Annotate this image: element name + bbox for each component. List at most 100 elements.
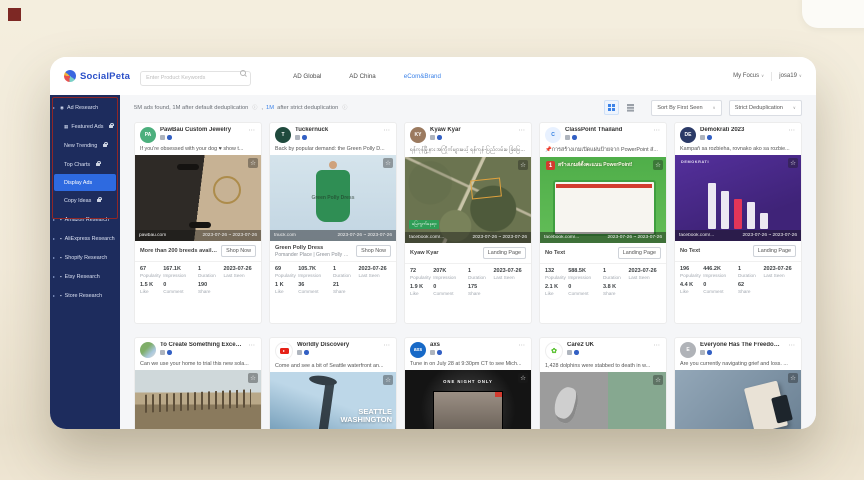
nav-ad-global[interactable]: AD Global	[293, 73, 321, 80]
sidebar-item-top-charts[interactable]: Top Charts	[50, 155, 120, 174]
media-caption: DEMOKRATI	[681, 160, 709, 164]
favorite-star-button[interactable]: ☆	[788, 373, 798, 383]
advertiser-avatar[interactable]: KY	[410, 127, 426, 143]
ad-media[interactable]: ONE NIGHT ONLY ☆	[405, 370, 531, 429]
ad-media[interactable]: ☆	[135, 370, 261, 429]
product-search[interactable]	[140, 66, 251, 86]
more-menu-icon[interactable]: ⋯	[519, 127, 527, 133]
advertiser-name[interactable]: Care2 UK	[567, 342, 650, 348]
product-title: Kyaw Kyar	[410, 250, 479, 256]
favorite-star-button[interactable]: ☆	[788, 158, 798, 168]
advertiser-name[interactable]: axs	[430, 342, 515, 348]
advertiser-avatar[interactable]: axs	[410, 342, 426, 358]
favorite-star-button[interactable]: ☆	[653, 375, 663, 385]
sidebar-item-aliexpress-research[interactable]: ▸▪AliExpress Research	[50, 229, 120, 248]
favorite-star-button[interactable]: ☆	[653, 160, 663, 170]
cta-button[interactable]: Shop Now	[356, 245, 391, 257]
favorite-star-button[interactable]: ☆	[518, 373, 528, 383]
platform-icons	[430, 135, 515, 140]
ad-media[interactable]: မြေကွက်နေရာ ☆ facebook.com/... 2023-07-2…	[405, 157, 531, 243]
favorite-star-button[interactable]: ☆	[248, 373, 258, 383]
cta-button[interactable]: Shop Now	[221, 245, 256, 257]
sidebar-item-featured-ads[interactable]: ▦Featured Ads	[50, 117, 120, 136]
info-icon[interactable]: ⓘ	[342, 104, 347, 111]
advertiser-avatar[interactable]	[275, 342, 293, 360]
nav-ecom-brand[interactable]: eCom&Brand	[404, 73, 441, 80]
deduplication-select[interactable]: Strict Deduplication∨	[729, 100, 802, 116]
ad-text: Are you currently navigating grief and l…	[675, 360, 801, 370]
my-focus-menu[interactable]: My Focus∨	[733, 73, 764, 79]
advertiser-name[interactable]: Everyone Has The Freedom To...	[700, 342, 785, 348]
avatar-text: E	[686, 347, 689, 353]
cta-button[interactable]: Landing Page	[618, 247, 661, 259]
advertiser-name[interactable]: PawBau Custom Jewelry	[160, 127, 245, 133]
advertiser-avatar[interactable]: E	[680, 342, 696, 358]
chart-bar	[734, 199, 742, 229]
favorite-star-button[interactable]: ☆	[383, 375, 393, 385]
advertiser-avatar[interactable]: PA	[140, 127, 156, 143]
more-menu-icon[interactable]: ⋯	[384, 127, 392, 133]
stats-row-primary: 69Popularity105.7KImpression1Duration202…	[270, 262, 396, 280]
ad-media[interactable]: DEMOKRATI ☆ facebook.com/... 2023-07-26 …	[675, 155, 801, 241]
advertiser-name[interactable]: To Create Something Exceptio...	[160, 342, 245, 348]
more-menu-icon[interactable]: ⋯	[654, 127, 662, 133]
cta-button[interactable]: Landing Page	[483, 247, 526, 259]
advertiser-name[interactable]: Worldly Discovery	[297, 342, 380, 348]
sidebar-item-new-trending[interactable]: New Trending	[50, 136, 120, 155]
search-input[interactable]	[140, 71, 251, 86]
facebook-icon	[304, 350, 309, 355]
more-menu-icon[interactable]: ⋯	[519, 342, 527, 348]
sidebar-item-display-ads[interactable]: Display Ads	[54, 174, 116, 191]
nav-ad-china[interactable]: AD China	[349, 73, 375, 80]
sidebar-item-copy-ideas[interactable]: Copy Ideas	[50, 191, 120, 210]
ad-media[interactable]: ☆ pawbau.com 2023-07-26 ~ 2023-07-26	[135, 155, 261, 241]
platform-icons	[160, 135, 245, 140]
strict-dedup-count[interactable]: 1M	[266, 105, 274, 111]
more-menu-icon[interactable]: ⋯	[789, 342, 797, 348]
socialpeta-logo[interactable]: SocialPeta	[64, 70, 130, 82]
list-view-button[interactable]	[623, 100, 638, 115]
user-menu[interactable]: josa19∨	[779, 73, 802, 79]
sidebar-item-label: Ad Research	[67, 105, 98, 111]
advertiser-name[interactable]: Tuckernuck	[295, 127, 380, 133]
advertiser-avatar[interactable]: ✿	[545, 342, 563, 360]
advertiser-avatar[interactable]: DE	[680, 127, 696, 143]
sidebar-item-ad-research[interactable]: ▸◉Ad Research	[50, 98, 120, 117]
ad-media[interactable]: ☆	[540, 372, 666, 429]
sidebar-item-store-research[interactable]: ▸▪Store Research	[50, 286, 120, 305]
ad-media[interactable]: สร้างเกมส์ตั้งคะแนน PowerPoint! 1 ☆ face…	[540, 157, 666, 243]
advertiser-avatar[interactable]: C	[545, 127, 561, 143]
favorite-star-button[interactable]: ☆	[248, 158, 258, 168]
sidebar-item-amazon-research[interactable]: ▸▪Amazon Research	[50, 210, 120, 229]
more-menu-icon[interactable]: ⋯	[249, 127, 257, 133]
more-menu-icon[interactable]: ⋯	[654, 342, 662, 348]
stat-comment: 0Comment	[433, 284, 468, 296]
grid-view-button[interactable]	[604, 100, 619, 115]
advertiser-name[interactable]: Demokrati 2023	[700, 127, 785, 133]
ad-domain: facebook.com/...	[409, 235, 444, 240]
advertiser-name[interactable]: ClassPoint Thailand	[565, 127, 650, 133]
search-icon[interactable]	[240, 70, 246, 76]
ad-media[interactable]: SEATTLE WASHINGTON ☆	[270, 372, 396, 429]
cards-scroll-area[interactable]: PA PawBau Custom Jewelry ⋯ If you're obs…	[120, 120, 816, 429]
results-toolbar: 5M ads found, 1M after default deduplica…	[120, 95, 816, 120]
more-menu-icon[interactable]: ⋯	[384, 342, 392, 348]
card-header: axs axs ⋯	[405, 338, 531, 360]
advertiser-avatar[interactable]	[140, 342, 156, 358]
media-overlay: tnuck.com 2023-07-26 ~ 2023-07-26	[270, 230, 396, 241]
sidebar-item-shopify-research[interactable]: ▸▪Shopify Research	[50, 248, 120, 267]
more-menu-icon[interactable]: ⋯	[789, 127, 797, 133]
advertiser-name[interactable]: Kyaw Kyar	[430, 127, 515, 133]
favorite-star-button[interactable]: ☆	[518, 160, 528, 170]
more-menu-icon[interactable]: ⋯	[249, 342, 257, 348]
sort-select[interactable]: Sort By First Seen∨	[651, 100, 721, 116]
info-icon[interactable]: ⓘ	[252, 104, 257, 111]
ad-media[interactable]: Green Polly Dress ☆ tnuck.com 2023-07-26…	[270, 155, 396, 241]
sidebar-item-etsy-research[interactable]: ▸▪Etsy Research	[50, 267, 120, 286]
advertiser-avatar[interactable]: T	[275, 127, 291, 143]
product-row: No Text Landing Page	[540, 243, 666, 264]
cta-button[interactable]: Landing Page	[753, 245, 796, 257]
sidebar-item-label: Copy Ideas	[64, 198, 91, 204]
favorite-star-button[interactable]: ☆	[383, 158, 393, 168]
ad-media[interactable]: ☆	[675, 370, 801, 429]
